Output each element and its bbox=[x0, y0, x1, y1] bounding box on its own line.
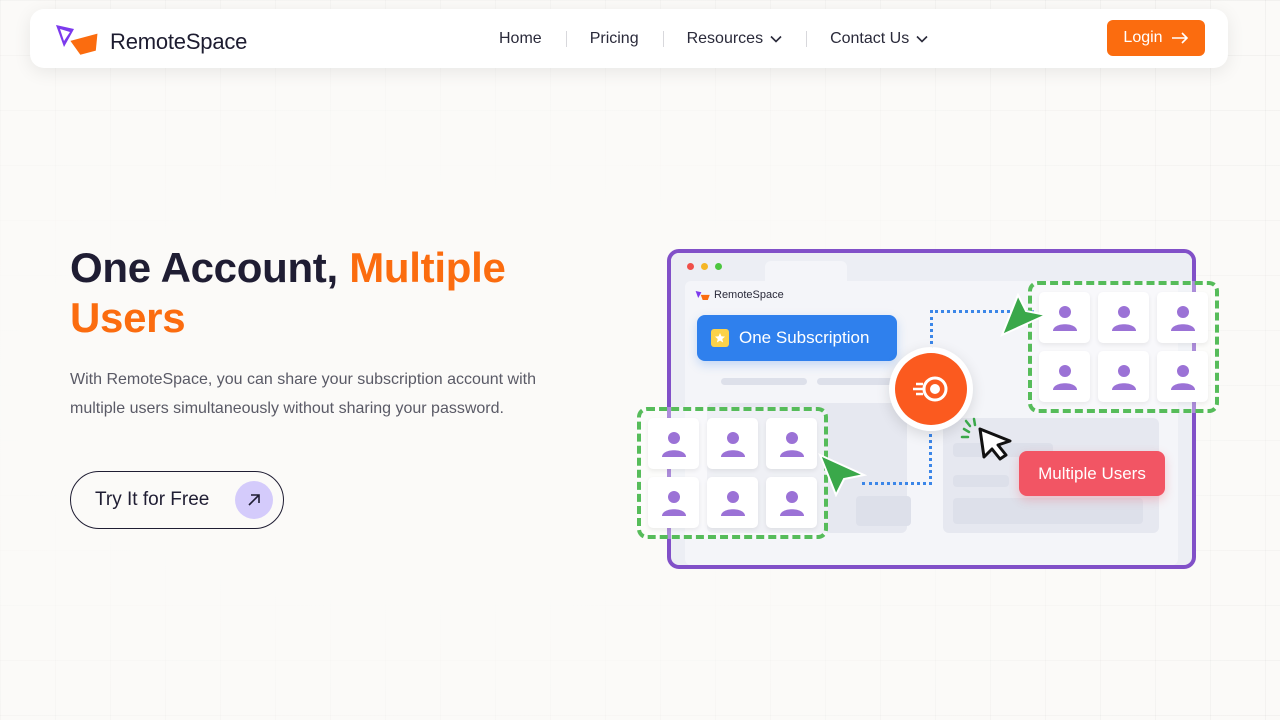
login-button[interactable]: Login bbox=[1107, 20, 1205, 56]
placeholder-bar bbox=[953, 475, 1009, 487]
chevron-down-icon bbox=[916, 35, 928, 43]
hero-illustration: RemoteSpace One Subscription Multiple Us… bbox=[630, 245, 1250, 575]
subscription-label: One Subscription bbox=[739, 328, 870, 347]
user-icon bbox=[1170, 364, 1195, 390]
user-card bbox=[1098, 292, 1149, 343]
user-card bbox=[766, 418, 817, 469]
nav-link-resources[interactable]: Resources bbox=[662, 29, 806, 48]
hero-description: With RemoteSpace, you can share your sub… bbox=[70, 371, 537, 417]
arrow-up-right-icon bbox=[235, 481, 273, 519]
window-minimize-dot bbox=[701, 263, 708, 270]
green-cursor-icon bbox=[818, 453, 868, 497]
user-card bbox=[648, 477, 699, 528]
pointer-cursor-icon bbox=[960, 417, 1012, 461]
hero-title: One Account, Multiple Users bbox=[70, 243, 590, 343]
browser-tab bbox=[765, 261, 847, 281]
user-icon bbox=[779, 490, 804, 516]
user-card bbox=[707, 477, 758, 528]
nav-link-pricing[interactable]: Pricing bbox=[565, 29, 663, 48]
nav-link-contact-us[interactable]: Contact Us bbox=[806, 30, 952, 48]
user-card bbox=[1157, 292, 1208, 343]
user-icon bbox=[1052, 364, 1077, 390]
chevron-down-icon bbox=[770, 35, 782, 43]
user-group-left bbox=[637, 407, 828, 539]
placeholder-bar bbox=[856, 496, 911, 526]
user-group-right bbox=[1028, 281, 1219, 413]
main-nav: Home Pricing Resources Contact Us bbox=[475, 9, 952, 68]
multiple-users-badge: Multiple Users bbox=[1019, 451, 1165, 496]
browser-titlebar bbox=[671, 253, 1192, 281]
bookmark-star-icon bbox=[711, 329, 729, 347]
try-it-free-button[interactable]: Try It for Free bbox=[70, 471, 284, 529]
user-icon bbox=[1111, 364, 1136, 390]
hero-title-accent-2: Users bbox=[70, 294, 186, 341]
nav-link-label: Resources bbox=[686, 29, 764, 47]
nav-link-label: Home bbox=[499, 29, 542, 47]
user-card bbox=[707, 418, 758, 469]
user-card bbox=[648, 418, 699, 469]
hero-title-main: One Account, bbox=[70, 244, 338, 291]
login-label: Login bbox=[1123, 29, 1163, 46]
user-icon bbox=[661, 431, 686, 457]
user-icon bbox=[1170, 305, 1195, 331]
user-icon bbox=[1111, 305, 1136, 331]
semrush-logo-icon bbox=[895, 353, 967, 425]
window-close-dot bbox=[687, 263, 694, 270]
connector-line bbox=[862, 427, 932, 485]
user-icon bbox=[661, 490, 686, 516]
placeholder-bar bbox=[953, 498, 1143, 524]
window-maximize-dot bbox=[715, 263, 722, 270]
mini-brand-name: RemoteSpace bbox=[714, 289, 784, 301]
user-icon bbox=[1052, 305, 1077, 331]
brand[interactable]: RemoteSpace bbox=[54, 23, 247, 60]
mini-brand: RemoteSpace bbox=[695, 289, 784, 301]
user-icon bbox=[720, 431, 745, 457]
nav-link-label: Contact Us bbox=[830, 29, 910, 47]
green-cursor-icon bbox=[1000, 293, 1050, 337]
cta-label: Try It for Free bbox=[95, 489, 210, 510]
user-icon bbox=[779, 431, 804, 457]
user-card bbox=[1157, 351, 1208, 402]
remotespace-logo-icon bbox=[54, 23, 104, 60]
nav-link-label: Pricing bbox=[589, 29, 639, 47]
hero-title-accent-1: Multiple bbox=[349, 244, 506, 291]
arrow-right-icon bbox=[1171, 32, 1188, 44]
placeholder-bar bbox=[721, 378, 807, 385]
multiple-users-label: Multiple Users bbox=[1038, 463, 1146, 483]
remotespace-logo-icon bbox=[695, 290, 710, 300]
navbar: RemoteSpace Home Pricing Resources Conta… bbox=[30, 9, 1228, 68]
subscription-badge: One Subscription bbox=[697, 315, 897, 361]
user-card bbox=[1098, 351, 1149, 402]
brand-name: RemoteSpace bbox=[110, 28, 248, 54]
user-card bbox=[766, 477, 817, 528]
user-card bbox=[1039, 351, 1090, 402]
nav-link-home[interactable]: Home bbox=[475, 30, 566, 48]
user-icon bbox=[720, 490, 745, 516]
